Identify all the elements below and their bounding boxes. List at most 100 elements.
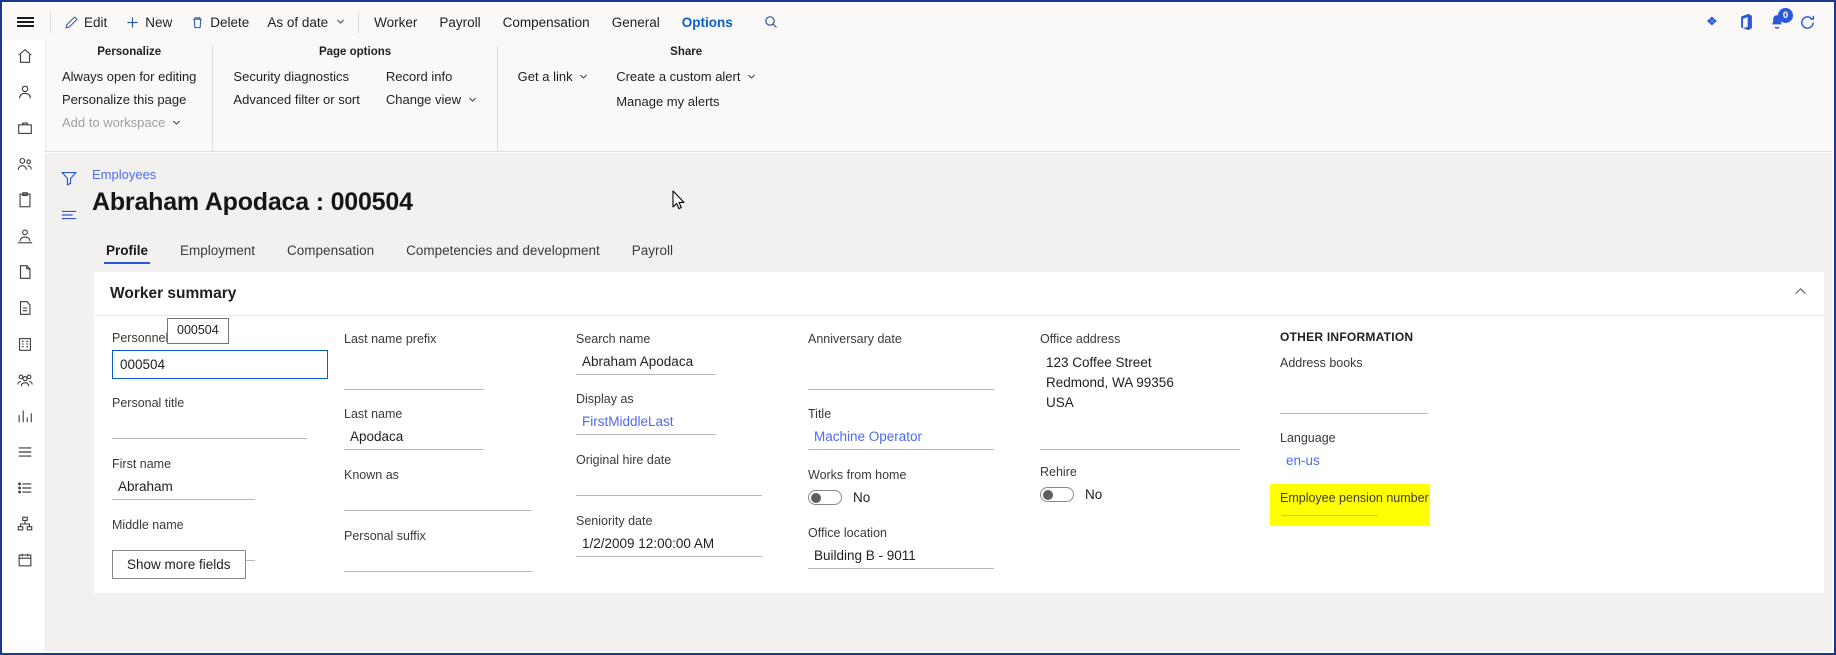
briefcase-icon[interactable] (4, 110, 46, 146)
chevron-up-icon[interactable] (1793, 284, 1808, 304)
personnel-number-input[interactable]: 000504 (112, 350, 328, 379)
field-anniversary-date: Anniversary date (808, 331, 1024, 390)
advanced-filter-or-sort-link[interactable]: Advanced filter or sort (231, 90, 361, 109)
search-button[interactable] (754, 9, 788, 35)
office-location-value[interactable]: Building B - 9011 (808, 545, 994, 569)
tab-worker[interactable]: Worker (363, 7, 428, 37)
change-view-link[interactable]: Change view (384, 90, 479, 111)
last-name-prefix-value[interactable] (344, 366, 484, 390)
tab-profile[interactable]: Profile (94, 239, 160, 266)
tab-payroll[interactable]: Payroll (428, 7, 491, 37)
rehire-toggle[interactable] (1040, 487, 1074, 502)
works-from-home-toggle[interactable] (808, 490, 842, 505)
new-button-label: New (145, 14, 173, 30)
tab-employment[interactable]: Employment (168, 239, 267, 266)
field-display-as: Display as FirstMiddleLast (576, 391, 792, 435)
works-from-home-toggle-row: No (808, 487, 1024, 505)
as-of-date-label: As of date (267, 14, 329, 30)
known-as-value[interactable] (344, 487, 532, 511)
field-seniority-date-label: Seniority date (576, 514, 653, 528)
field-works-from-home-label: Works from home (808, 468, 907, 482)
tab-options-label: Options (681, 15, 733, 30)
change-view-label: Change view (385, 92, 462, 107)
tab-profile-label: Profile (106, 243, 149, 258)
first-name-value[interactable]: Abraham (112, 476, 255, 500)
person-icon[interactable] (4, 74, 46, 110)
form-column-other-information: OTHER INFORMATION Address books Language… (1264, 330, 1474, 583)
tab-compensation[interactable]: Compensation (275, 239, 386, 266)
people-icon[interactable] (4, 146, 46, 182)
tab-options[interactable]: Options (671, 7, 744, 46)
content-side-rail (46, 153, 92, 651)
toolbar-divider (50, 11, 51, 33)
clipboard-icon[interactable] (4, 182, 46, 218)
personal-title-value[interactable] (112, 415, 307, 439)
language-value[interactable]: en-us (1280, 450, 1428, 473)
content-area: Employees Abraham Apodaca : 000504 Profi… (46, 153, 1832, 651)
calendar-icon[interactable] (4, 542, 46, 578)
add-to-workspace-link[interactable]: Add to workspace (60, 113, 198, 134)
original-hire-date-value[interactable] (576, 472, 762, 496)
field-address-books-label: Address books (1280, 356, 1363, 370)
always-open-for-editing-link[interactable]: Always open for editing (60, 67, 198, 86)
refresh-icon[interactable] (1799, 14, 1816, 31)
title-value[interactable]: Machine Operator (808, 426, 994, 450)
office-address-line-2: Redmond, WA 99356 (1046, 375, 1174, 390)
card-header: Worker summary (94, 272, 1824, 316)
create-a-custom-alert-link[interactable]: Create a custom alert (614, 67, 758, 88)
chevron-down-icon (172, 119, 181, 129)
breadcrumb[interactable]: Employees (92, 167, 1824, 182)
manage-my-alerts-link[interactable]: Manage my alerts (614, 92, 758, 111)
building-icon[interactable] (4, 326, 46, 362)
lines-icon[interactable] (60, 208, 78, 227)
address-books-value[interactable] (1280, 390, 1428, 414)
field-language: Language en-us (1280, 430, 1466, 473)
anniversary-date-value[interactable] (808, 366, 994, 390)
edit-button[interactable]: Edit (55, 10, 116, 35)
seniority-date-value[interactable]: 1/2/2009 12:00:00 AM (576, 533, 762, 557)
tab-compensation[interactable]: Compensation (492, 7, 601, 37)
personalize-this-page-link[interactable]: Personalize this page (60, 90, 198, 109)
card-title: Worker summary (110, 284, 237, 302)
field-personal-title-label: Personal title (112, 396, 185, 410)
list-alt-icon[interactable] (4, 470, 46, 506)
office-app-launcher-icon[interactable] (1738, 13, 1755, 31)
person-badge-icon[interactable] (4, 218, 46, 254)
search-name-value[interactable]: Abraham Apodaca (576, 351, 716, 375)
home-icon[interactable] (4, 38, 46, 74)
dynamics-icon[interactable] (1705, 15, 1724, 29)
security-diagnostics-link[interactable]: Security diagnostics (231, 67, 361, 86)
delete-button[interactable]: Delete (181, 10, 258, 35)
org-chart-icon[interactable] (4, 506, 46, 542)
tab-payroll[interactable]: Payroll (620, 239, 685, 266)
display-as-value[interactable]: FirstMiddleLast (576, 411, 716, 435)
trash-icon (190, 15, 205, 30)
people-group-icon[interactable] (4, 362, 46, 398)
chevron-down-icon (336, 17, 345, 28)
last-name-value[interactable]: Apodaca (344, 426, 484, 450)
new-button[interactable]: New (116, 10, 181, 35)
personal-suffix-value[interactable] (344, 548, 532, 572)
tab-competencies-and-development[interactable]: Competencies and development (394, 239, 612, 266)
chart-icon[interactable] (4, 398, 46, 434)
field-last-name-prefix-label: Last name prefix (344, 332, 437, 346)
field-last-name-label: Last name (344, 407, 403, 421)
as-of-date-button[interactable]: As of date (258, 10, 354, 35)
field-title: Title Machine Operator (808, 406, 1024, 450)
get-a-link-link[interactable]: Get a link (516, 67, 591, 88)
page-icon[interactable] (4, 254, 46, 290)
page-alt-icon[interactable] (4, 290, 46, 326)
notifications-icon[interactable]: 0 (1769, 8, 1793, 31)
filter-icon[interactable] (60, 169, 78, 192)
show-more-fields-button[interactable]: Show more fields (112, 550, 246, 579)
field-last-name: Last name Apodaca (344, 406, 560, 450)
employee-pension-number-input[interactable] (1282, 515, 1378, 516)
list-icon[interactable] (4, 434, 46, 470)
tab-payroll-label: Payroll (631, 243, 673, 258)
field-last-name-prefix: Last name prefix (344, 331, 560, 390)
tab-general[interactable]: General (601, 7, 671, 37)
hamburger-icon[interactable] (4, 4, 46, 40)
record-info-link[interactable]: Record info (384, 67, 479, 86)
rehire-value: No (1085, 487, 1103, 502)
notification-badge: 0 (1778, 8, 1793, 23)
